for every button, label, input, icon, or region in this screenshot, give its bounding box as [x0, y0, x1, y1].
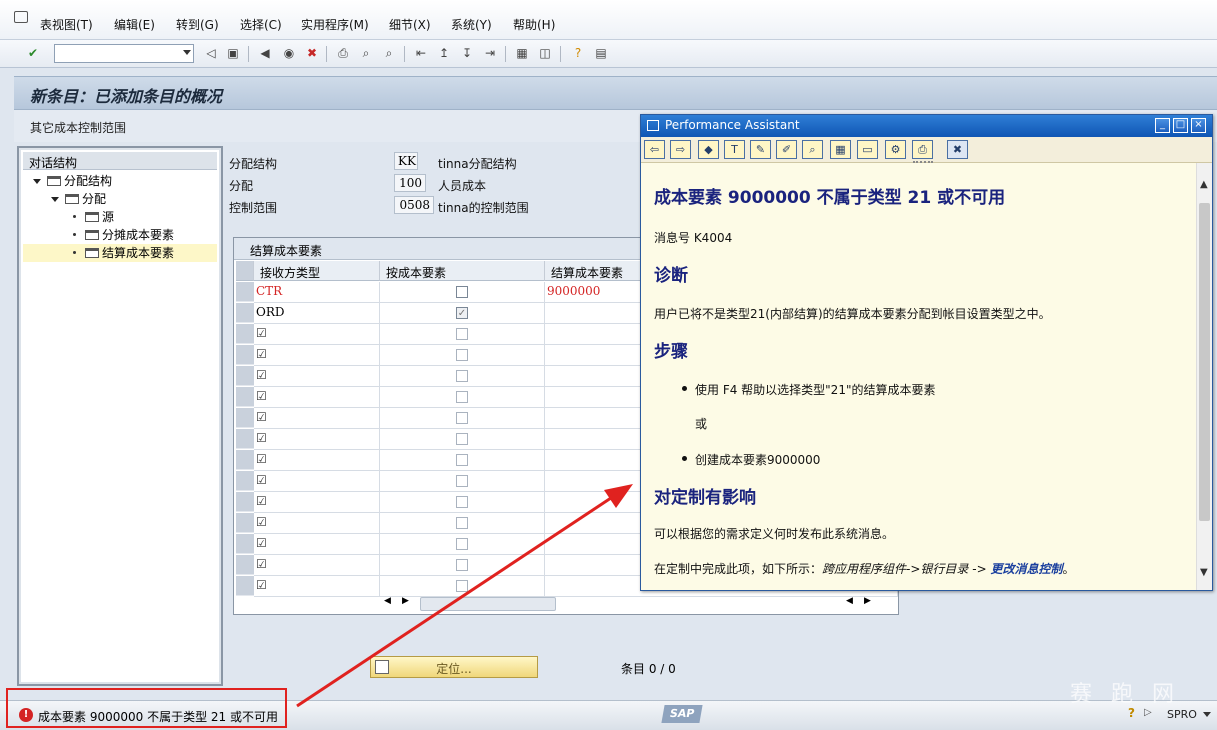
diagnosis-heading: 诊断 — [654, 266, 688, 286]
notes-icon[interactable]: ✐ — [776, 140, 797, 159]
assistant-toolbar: ⇦ ⇨ ◆ T ✎ ✐ ⌕ ▦ ▭ ⚙ ⎙ ✖ — [641, 137, 1212, 163]
technical-info-icon[interactable]: ◆ — [698, 140, 719, 159]
back-arrow-icon[interactable]: ⇦ — [644, 140, 665, 159]
window-icon — [647, 120, 659, 131]
minimize-icon[interactable]: _ — [1155, 118, 1170, 133]
message-number: 消息号 K4004 — [654, 231, 733, 245]
assistant-content: 成本要素 9000000 不属于类型 21 或不可用 消息号 K4004 诊断 … — [641, 163, 1196, 590]
scroll-thumb[interactable] — [1199, 203, 1210, 521]
assistant-heading: 成本要素 9000000 不属于类型 21 或不可用 — [654, 188, 1006, 208]
table-icon[interactable]: ▦ — [830, 140, 851, 159]
procedure-item: 使用 F4 帮助以选择类型"21"的结算成本要素 — [681, 383, 936, 397]
edit-icon[interactable]: ✎ — [750, 140, 771, 159]
performance-assistant-window: Performance Assistant _ □ × ⇦ ⇨ ◆ T ✎ ✐ … — [640, 114, 1213, 591]
customizing-path: 在定制中完成此项，如下所示：跨应用程序组件->银行目录 -> 更改消息控制。 — [654, 562, 1075, 576]
print-icon[interactable]: ⎙ — [912, 140, 933, 159]
assistant-title: Performance Assistant — [665, 118, 800, 132]
diagnosis-text: 用户已将不是类型21(内部结算)的结算成本要素分配到帐目设置类型之中。 — [654, 307, 1051, 321]
display-icon[interactable]: ▭ — [857, 140, 878, 159]
procedure-item: 创建成本要素9000000 — [681, 453, 821, 467]
forward-arrow-icon[interactable]: ⇨ — [670, 140, 691, 159]
procedure-or: 或 — [695, 417, 708, 431]
assistant-title-bar: Performance Assistant _ □ × — [641, 115, 1212, 137]
glossary-icon[interactable]: T — [724, 140, 745, 159]
procedure-heading: 步骤 — [654, 342, 688, 362]
change-message-control-link[interactable]: 更改消息控制 — [990, 562, 1062, 576]
customizing-impact-text: 可以根据您的需求定义何时发布此系统消息。 — [654, 527, 895, 541]
close-icon[interactable]: × — [1191, 118, 1206, 133]
close-icon[interactable]: ✖ — [947, 140, 968, 159]
scroll-up-icon[interactable]: ▲ — [1200, 179, 1208, 190]
scroll-down-icon[interactable]: ▼ — [1200, 567, 1208, 578]
search-icon[interactable]: ⌕ — [802, 140, 823, 159]
settings-icon[interactable]: ⚙ — [885, 140, 906, 159]
customizing-impact-heading: 对定制有影响 — [654, 488, 756, 508]
maximize-icon[interactable]: □ — [1173, 118, 1188, 133]
assistant-scrollbar[interactable]: ▲ ▼ — [1196, 163, 1212, 590]
